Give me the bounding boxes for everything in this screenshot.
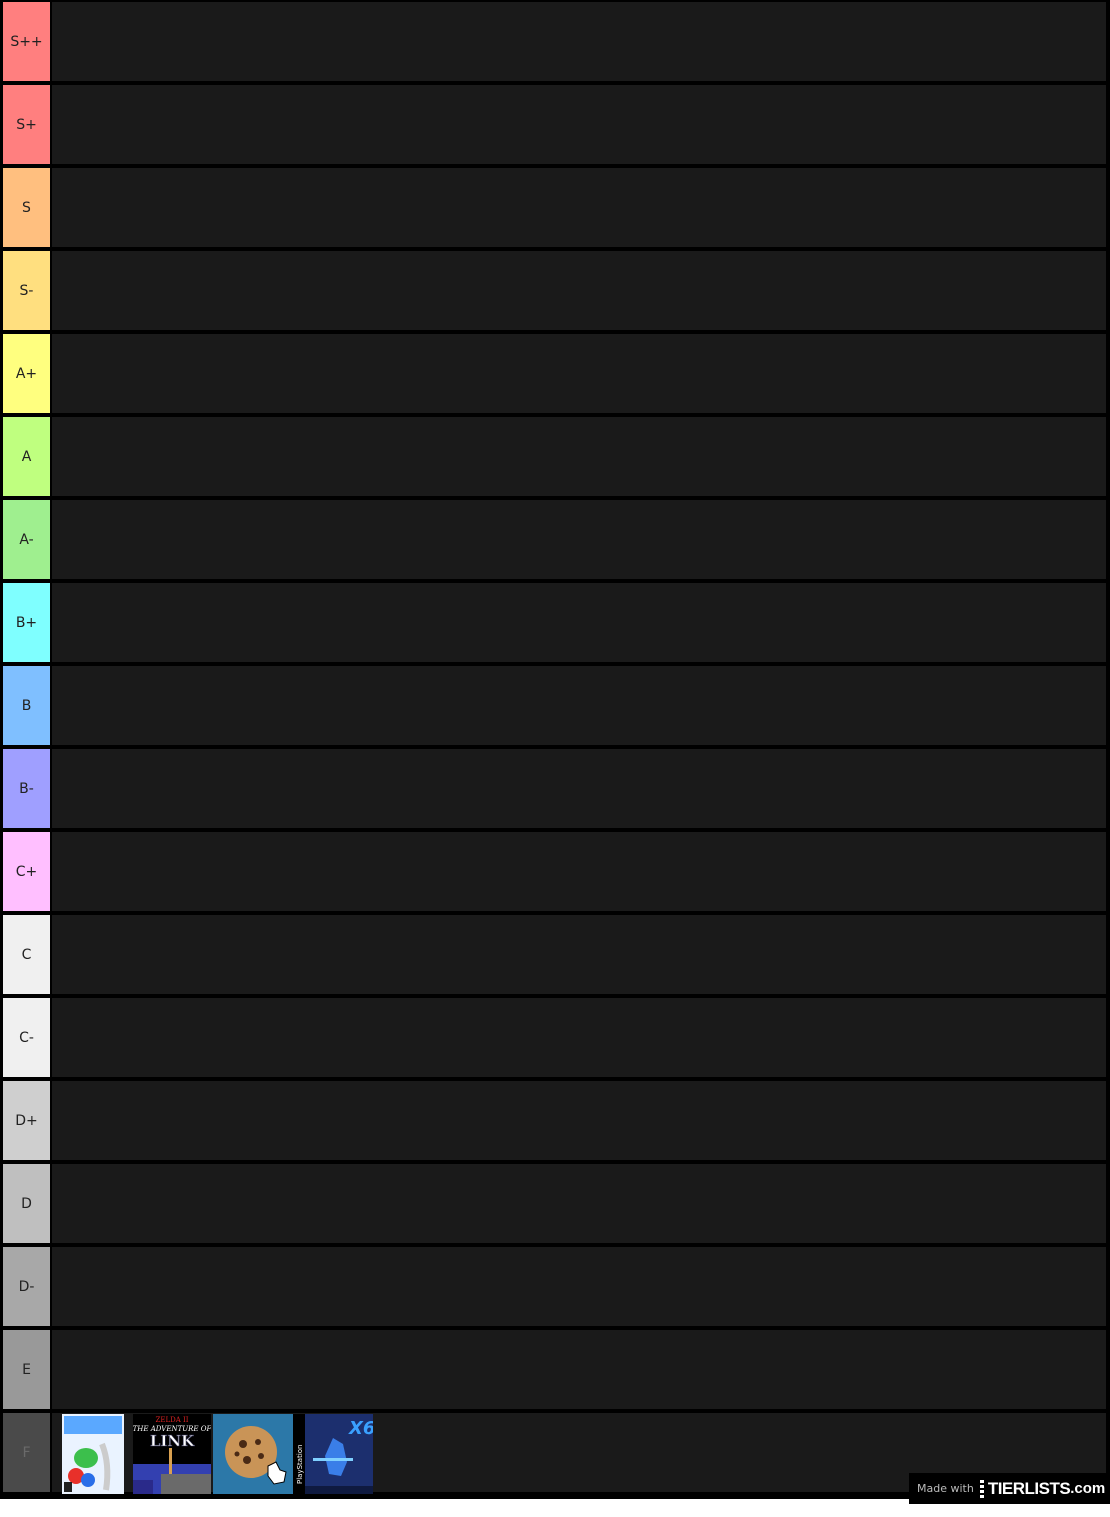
tier-items-area[interactable] (52, 1081, 1106, 1160)
game-cover-cookie-clicker[interactable] (213, 1414, 293, 1494)
svg-text:LINK: LINK (150, 1432, 195, 1450)
tier-label[interactable]: A (3, 417, 50, 496)
brand-name: TIERLISTS (987, 1478, 1071, 1498)
tier-label[interactable]: S- (3, 251, 50, 330)
tier-label[interactable]: C (3, 915, 50, 994)
tier-row: A- (0, 498, 1110, 581)
cookie-clicker-icon (213, 1414, 293, 1494)
tierlists-logo-icon (979, 1479, 984, 1498)
svg-text:PlayStation: PlayStation (296, 1445, 304, 1484)
game-cover-zelda[interactable]: ZELDA II THE ADVENTURE OF LINK (133, 1414, 211, 1494)
tier-items-area[interactable] (52, 915, 1106, 994)
tier-row: S (0, 166, 1110, 249)
tier-row: S++ (0, 0, 1110, 83)
tier-row: C (0, 913, 1110, 996)
tier-items-area[interactable] (52, 168, 1106, 247)
tier-row: A (0, 415, 1110, 498)
tier-items-area[interactable] (52, 251, 1106, 330)
tier-row: E (0, 1328, 1110, 1411)
game-cover-megaman-x6[interactable]: PlayStation X6 (293, 1414, 373, 1494)
tier-row: B- (0, 747, 1110, 830)
tier-label[interactable]: D+ (3, 1081, 50, 1160)
tier-label[interactable]: D (3, 1164, 50, 1243)
tier-items-area[interactable] (52, 583, 1106, 662)
tier-items-area[interactable] (52, 998, 1106, 1077)
tier-label[interactable]: S++ (3, 2, 50, 81)
tier-row: S+ (0, 83, 1110, 166)
game-cover-bowling[interactable] (62, 1414, 124, 1494)
tier-label[interactable]: D- (3, 1247, 50, 1326)
brand-domain: .com (1070, 1480, 1106, 1497)
game-cover-zelda-adventure-of-link-icon: ZELDA IITHE ADVENTURE OFLINK (133, 1414, 211, 1494)
tier-row: S- (0, 249, 1110, 332)
tier-label[interactable]: F (3, 1413, 50, 1492)
tier-items-area[interactable] (52, 666, 1106, 745)
game-cover-bowling-icon (62, 1414, 124, 1494)
tier-label[interactable]: B (3, 666, 50, 745)
tier-items-area[interactable] (52, 1247, 1106, 1326)
tier-row: A+ (0, 332, 1110, 415)
tier-items-area[interactable] (52, 334, 1106, 413)
tier-items-area[interactable] (52, 832, 1106, 911)
tier-items-area[interactable] (52, 2, 1106, 81)
tier-row: D+ (0, 1079, 1110, 1162)
tier-items-area[interactable] (52, 417, 1106, 496)
tier-row: C- (0, 996, 1110, 1079)
tier-items-area[interactable] (52, 1330, 1106, 1409)
tier-row: B+ (0, 581, 1110, 664)
svg-text:ZELDA II: ZELDA II (155, 1416, 188, 1424)
made-with-text: Made with (917, 1482, 974, 1495)
tier-label[interactable]: B- (3, 749, 50, 828)
tier-items-area[interactable] (52, 1164, 1106, 1243)
tier-label[interactable]: S (3, 168, 50, 247)
tier-label[interactable]: S+ (3, 85, 50, 164)
tier-label[interactable]: A- (3, 500, 50, 579)
tier-label[interactable]: A+ (3, 334, 50, 413)
tier-label[interactable]: E (3, 1330, 50, 1409)
tier-row: D (0, 1162, 1110, 1245)
tier-row: B (0, 664, 1110, 747)
made-with-watermark[interactable]: Made with TIERLISTS .com (909, 1473, 1110, 1504)
svg-text:X6: X6 (348, 1418, 373, 1439)
tier-label[interactable]: B+ (3, 583, 50, 662)
tier-list-board: S++ S+ S S- A+ A A- B+ B B- C+ C C- D+ D D- E F ZELDA II TH… (0, 0, 1110, 1499)
tier-label[interactable]: C+ (3, 832, 50, 911)
tier-items-area[interactable] (52, 85, 1106, 164)
tier-items-area[interactable] (52, 500, 1106, 579)
tier-row: D- (0, 1245, 1110, 1328)
tier-label[interactable]: C- (3, 998, 50, 1077)
game-cover-megaman-x6-icon: PlayStation X6 (293, 1414, 373, 1494)
tier-row: C+ (0, 830, 1110, 913)
tier-items-area[interactable] (52, 749, 1106, 828)
